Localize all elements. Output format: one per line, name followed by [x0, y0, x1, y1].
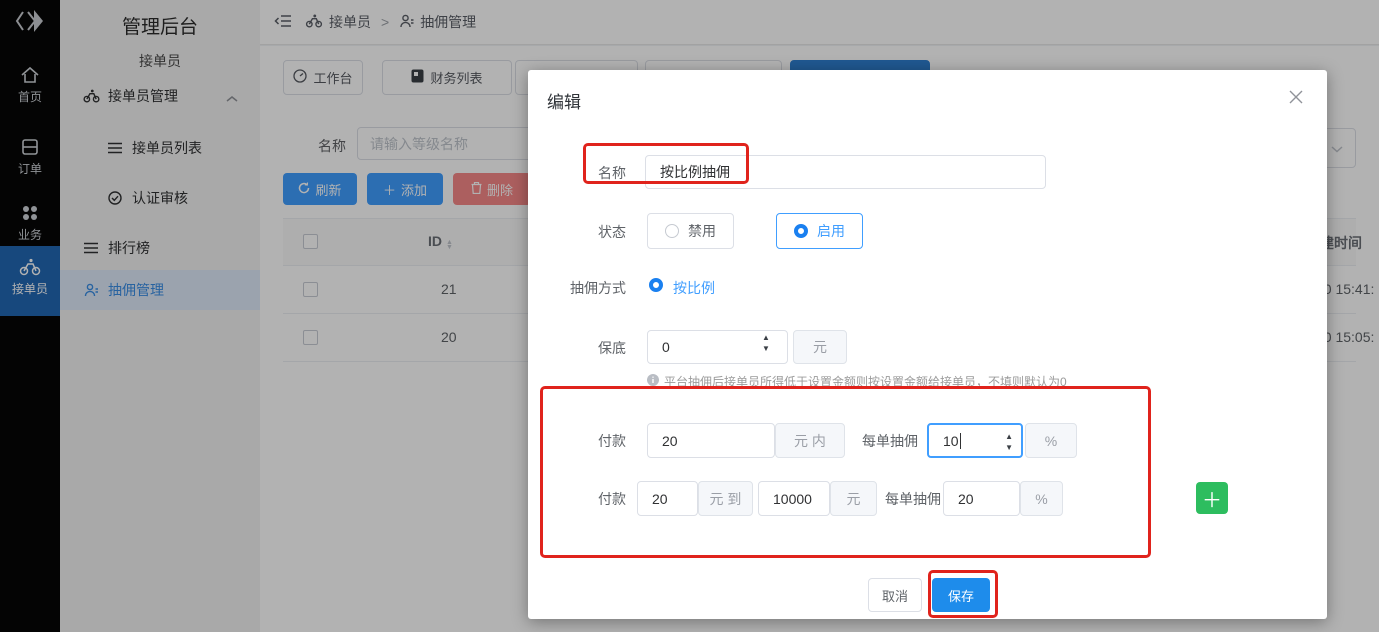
step-up-icon: ▲ [762, 334, 770, 342]
radio-off-icon [665, 224, 679, 238]
save-button[interactable]: 保存 [932, 578, 990, 612]
step-down-icon: ▼ [1005, 444, 1013, 452]
tier1-pay-label: 付款 [568, 431, 626, 451]
name-input[interactable]: 按比例抽佣 [645, 155, 1046, 189]
close-icon[interactable] [1289, 90, 1303, 109]
radio-on-icon [794, 224, 808, 238]
method-option-label[interactable]: 按比例 [673, 278, 715, 298]
step-down-icon: ▼ [762, 345, 770, 353]
tier1-unit-addon: 元 内 [775, 423, 845, 458]
status-radio-enabled[interactable]: 启用 [776, 213, 863, 249]
tier1-rate-unit-addon: % [1025, 423, 1077, 458]
floor-label: 保底 [568, 338, 626, 358]
tier1-rate: 10 [943, 433, 959, 449]
cancel-button[interactable]: 取消 [868, 578, 922, 612]
button-label: 保存 [948, 586, 974, 605]
tier2-from: 20 [652, 491, 668, 507]
status-label: 状态 [568, 222, 626, 242]
radio-label: 禁用 [688, 221, 716, 241]
app-screen: 首页 订单 业务 [0, 0, 1379, 632]
add-tier-button[interactable]: ＋ [1196, 482, 1228, 514]
step-up-icon: ▲ [1005, 433, 1013, 441]
tier2-mid-unit-addon: 元 到 [698, 481, 753, 516]
text-caret [960, 433, 961, 449]
floor-unit-addon: 元 [793, 330, 847, 364]
name-label: 名称 [568, 163, 626, 183]
number-stepper[interactable]: ▲▼ [1005, 433, 1013, 452]
tier1-amount: 20 [662, 433, 678, 449]
radio-label: 启用 [817, 221, 845, 241]
method-label: 抽佣方式 [554, 278, 626, 298]
plus-icon: ＋ [1202, 484, 1222, 513]
method-radio-on-icon[interactable] [649, 278, 663, 292]
tier2-rate-label: 每单抽佣 [883, 489, 941, 509]
number-stepper[interactable]: ▲▼ [762, 334, 770, 353]
tier1-amount-input[interactable]: 20 [647, 423, 775, 458]
floor-value: 0 [662, 339, 670, 355]
button-label: 取消 [882, 586, 908, 605]
tier2-rate-input[interactable]: 20 [943, 481, 1020, 516]
tier1-rate-input[interactable]: 10 ▲▼ [927, 423, 1023, 458]
tier2-pay-label: 付款 [568, 489, 626, 509]
tier2-to-input[interactable]: 10000 [758, 481, 830, 516]
edit-dialog: 编辑 名称 按比例抽佣 状态 禁用 启用 抽佣方式 按比例 保底 0 ▲▼ 元 [528, 70, 1327, 619]
tier2-rate: 20 [958, 491, 974, 507]
name-value: 按比例抽佣 [660, 162, 730, 182]
tier1-rate-label: 每单抽佣 [860, 431, 918, 451]
tier2-from-input[interactable]: 20 [637, 481, 698, 516]
info-icon [647, 374, 659, 389]
status-radio-disabled[interactable]: 禁用 [647, 213, 734, 249]
tier2-rate-unit-addon: % [1020, 481, 1063, 516]
floor-hint: 平台抽佣后接单员所得低于设置金额则按设置金额给接单员，不填则默认为0 [647, 373, 1067, 390]
tier2-unit-addon: 元 [830, 481, 877, 516]
tier2-to: 10000 [773, 491, 812, 507]
dialog-title: 编辑 [547, 88, 581, 113]
